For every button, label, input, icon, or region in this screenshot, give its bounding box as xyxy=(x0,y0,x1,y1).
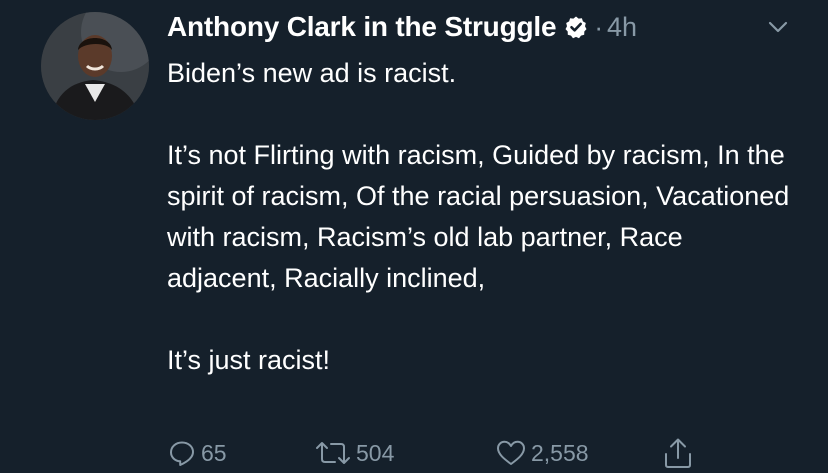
retweet-count: 504 xyxy=(356,439,395,466)
reply-icon xyxy=(170,441,194,466)
avatar-image xyxy=(41,12,149,120)
tweet-paragraph: It’s not Flirting with racism, Guided by… xyxy=(167,140,790,293)
avatar[interactable] xyxy=(41,12,149,120)
retweet-button[interactable]: 504 xyxy=(314,436,394,470)
verified-badge-icon xyxy=(564,15,588,39)
tweet-text: Biden’s new ad is racist. It’s not Flirt… xyxy=(167,53,797,381)
tweet-paragraph: It’s just racist! xyxy=(167,345,331,375)
retweet-icon xyxy=(316,442,350,464)
share-button[interactable] xyxy=(662,436,694,470)
like-count: 2,558 xyxy=(531,439,589,466)
reply-button[interactable]: 65 xyxy=(167,436,227,470)
separator-dot: · xyxy=(594,11,604,42)
tweet-header: Anthony Clark in the Struggle · 4h xyxy=(167,8,637,46)
chevron-down-icon[interactable] xyxy=(765,14,791,40)
share-icon xyxy=(665,438,691,468)
heart-icon xyxy=(497,440,525,465)
reply-count: 65 xyxy=(201,439,227,466)
tweet-paragraph: Biden’s new ad is racist. xyxy=(167,58,457,88)
tweet-actions: 65 504 2,558 xyxy=(167,436,727,470)
tweet-card[interactable]: Anthony Clark in the Struggle · 4h Biden… xyxy=(0,0,828,473)
display-name[interactable]: Anthony Clark in the Struggle xyxy=(167,11,557,43)
like-button[interactable]: 2,558 xyxy=(495,436,589,470)
timestamp[interactable]: 4h xyxy=(607,12,637,43)
